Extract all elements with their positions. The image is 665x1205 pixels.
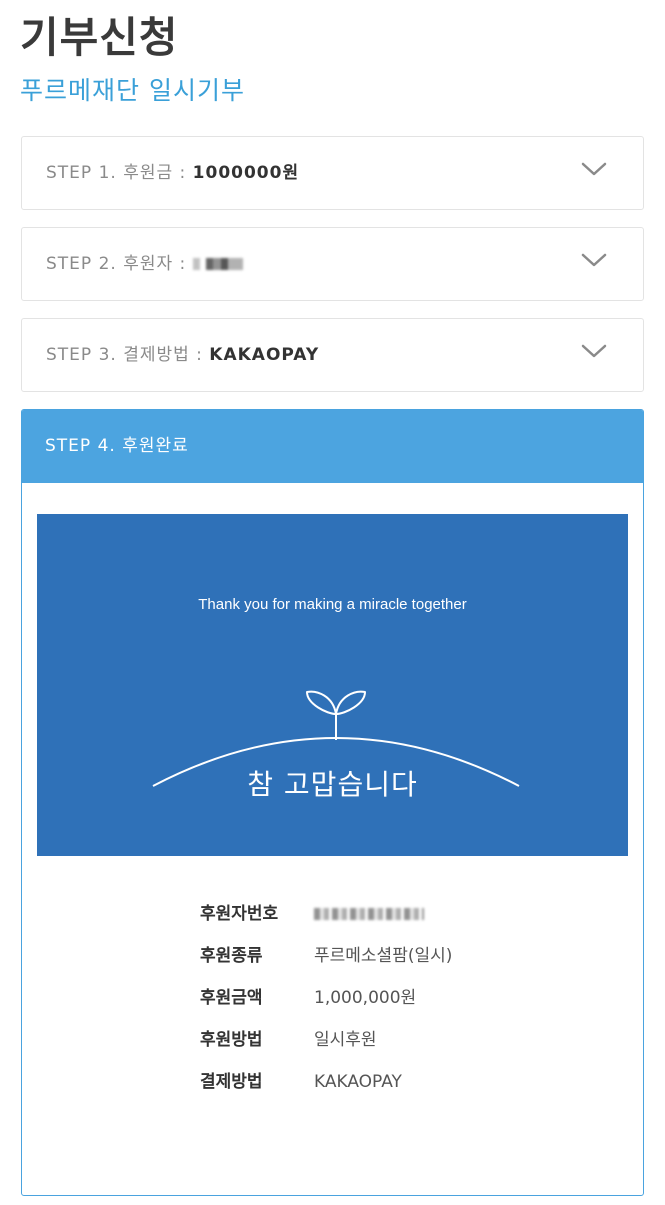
detail-value: 1,000,000원 [314,988,417,1008]
step-1-label: STEP 1. 후원금 : 1000000원 [46,137,299,209]
chevron-down-icon[interactable] [581,343,607,359]
detail-label: 후원종류 [200,946,263,966]
step-2-label: STEP 2. 후원자 : [46,228,243,300]
page-title: 기부신청 [20,13,179,62]
donation-page: 기부신청 푸르메재단 일시기부 STEP 1. 후원금 : 1000000원 S… [0,0,665,1205]
detail-label: 후원자번호 [200,904,279,924]
step-2-title: STEP 2. 후원자 : [46,254,193,274]
detail-value: 일시후원 [314,1030,377,1050]
detail-label: 후원금액 [200,988,263,1008]
step-3-accordion[interactable]: STEP 3. 결제방법 : KAKAOPAY [21,318,644,392]
sprout-icon [152,690,520,787]
step-1-title: STEP 1. 후원금 : [46,163,193,183]
chevron-down-icon[interactable] [581,252,607,268]
step-4-header[interactable]: STEP 4. 후원완료 [22,410,643,483]
step-1-accordion[interactable]: STEP 1. 후원금 : 1000000원 [21,136,644,210]
step-3-value: KAKAOPAY [209,345,320,365]
chevron-down-icon[interactable] [581,161,607,177]
detail-label: 후원방법 [200,1030,263,1050]
page-subtitle: 푸르메재단 일시기부 [20,76,245,105]
redacted-donor-name [192,258,243,270]
detail-value: KAKAOPAY [314,1072,402,1092]
step-2-accordion[interactable]: STEP 2. 후원자 : [21,227,644,301]
step-3-label: STEP 3. 결제방법 : KAKAOPAY [46,319,319,391]
thank-you-banner: Thank you for making a miracle together … [37,514,628,856]
step-3-title: STEP 3. 결제방법 : [46,345,210,365]
banner-message: 참 고맙습니다 [247,768,418,801]
step-4-panel: STEP 4. 후원완료 Thank you for making a mira… [21,409,644,1196]
redacted-donor-number [314,908,424,920]
detail-value [314,900,424,928]
detail-value: 푸르메소셜팜(일시) [314,946,453,966]
detail-label: 결제방법 [200,1072,263,1092]
step-1-value: 1000000원 [192,163,300,183]
